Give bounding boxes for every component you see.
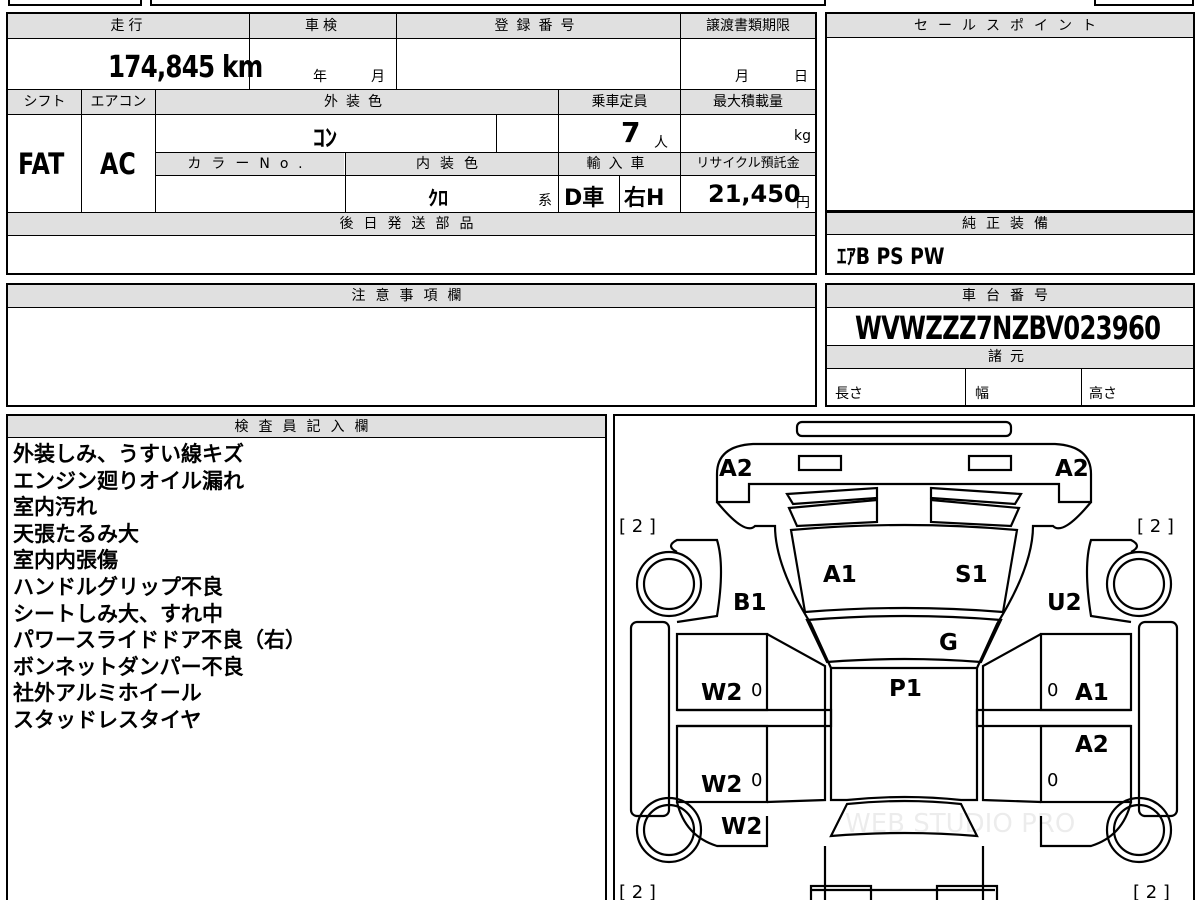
remark-line: パワースライドドア不良（右） <box>13 628 306 653</box>
vehicle-info-table: 走行 車検 登録番号 譲渡書類期限 174,845 km 年 月 月 日 シフト… <box>6 12 817 275</box>
transfer-deadline-header: 譲渡書類期限 <box>681 14 815 38</box>
max-load-unit: kg <box>794 128 811 144</box>
inspector-box: 検査員記入欄 外装しみ、うすい線キズ エンジン廻りオイル漏れ 室内汚れ 天張たる… <box>6 414 607 900</box>
door-mark: 0 <box>751 680 762 701</box>
label-right-rear-door: A2 <box>1075 732 1109 758</box>
label-left-front-door: W2 <box>701 680 742 706</box>
max-load-header: 最大積載量 <box>681 90 815 114</box>
sales-point-box: セールスポイント <box>825 12 1195 212</box>
aircon-header: エアコン <box>82 90 155 114</box>
label-right-front-door: A1 <box>1075 680 1109 706</box>
inspection-header: 車検 <box>250 14 396 38</box>
label-hood-left: A1 <box>823 562 857 588</box>
factory-equipment-value: ｴｱB PS PW <box>837 245 945 270</box>
chassis-header: 車台番号 <box>827 285 1193 308</box>
transfer-month: 月 <box>735 69 749 85</box>
door-mark: 0 <box>1047 770 1058 791</box>
specs-header: 諸元 <box>827 346 1193 368</box>
recycle-header: リサイクル預託金 <box>681 153 815 175</box>
remark-line: 天張たるみ大 <box>13 521 139 546</box>
height-label: 高さ <box>1089 386 1117 402</box>
capacity-header: 乗車定員 <box>559 90 680 114</box>
label-left-fender: B1 <box>733 590 767 616</box>
label-right-fender: U2 <box>1047 590 1082 616</box>
remark-line: 室内内張傷 <box>13 548 118 573</box>
chassis-box: 車台番号 WVWZZZ7NZBV023960 諸元 長さ 幅 高さ <box>825 283 1195 407</box>
shift-value: FAT <box>18 147 65 181</box>
remark-line: 社外アルミホイール <box>13 681 202 706</box>
import-header: 輸入車 <box>559 153 680 175</box>
width-label: 幅 <box>975 386 989 402</box>
label-front-right-corner: A2 <box>1055 456 1089 482</box>
interior-color-suffix: 系 <box>538 193 552 209</box>
remark-line: エンジン廻りオイル漏れ <box>13 468 244 493</box>
inspector-header: 検査員記入欄 <box>8 416 605 438</box>
mileage-value: 174,845 km <box>108 50 263 85</box>
door-mark: 0 <box>1047 680 1058 701</box>
remark-line: スタッドレスタイヤ <box>13 707 202 732</box>
watermark: WEB STUDIO PRO <box>845 809 1075 839</box>
inspection-year: 年 <box>313 69 327 85</box>
inspector-remarks: 外装しみ、うすい線キズ エンジン廻りオイル漏れ 室内汚れ 天張たるみ大 室内内張… <box>13 441 306 734</box>
exterior-color-value: ｺﾝ <box>313 124 337 152</box>
registration-header: 登録番号 <box>397 14 680 38</box>
shift-header: シフト <box>8 90 81 114</box>
notes-box: 注意事項欄 <box>6 283 817 407</box>
label-rear-left-tire: [ 2 ] <box>619 882 656 900</box>
mileage-header: 走行 <box>8 14 249 38</box>
remark-line: 室内汚れ <box>13 495 97 520</box>
factory-equipment-box: 純正装備 ｴｱB PS PW <box>825 212 1195 275</box>
label-hood-right: S1 <box>955 562 988 588</box>
label-front-left-tire: [ 2 ] <box>619 516 656 537</box>
capacity-value: 7 <box>621 116 641 149</box>
interior-color-value: ｸﾛ <box>428 186 448 210</box>
label-roof: P1 <box>889 676 922 702</box>
car-diagram: A2 A2 A1 S1 B1 U2 G P1 W2 W2 W2 A1 A2 [ … <box>619 420 1179 900</box>
transfer-day: 日 <box>794 69 808 85</box>
factory-equipment-header: 純正装備 <box>827 212 1193 235</box>
door-mark: 0 <box>751 770 762 791</box>
later-parts-header: 後日発送部品 <box>8 213 815 235</box>
label-front-left-corner: A2 <box>719 456 753 482</box>
label-windshield: G <box>939 630 958 656</box>
remark-line: ボンネットダンパー不良 <box>13 654 244 679</box>
label-left-rear-door: W2 <box>701 772 742 798</box>
remark-line: 外装しみ、うすい線キズ <box>13 442 244 466</box>
import-type: D車 <box>564 186 605 211</box>
remark-line: シートしみ大、すれ中 <box>13 601 223 626</box>
steering-side: 右H <box>624 186 665 211</box>
inspection-month: 月 <box>371 69 385 85</box>
color-no-header: カラーNo. <box>156 153 344 175</box>
interior-color-header: 内装色 <box>346 153 558 175</box>
label-left-rear-quarter: W2 <box>721 814 762 840</box>
sales-point-header: セールスポイント <box>827 14 1193 38</box>
recycle-value: 21,450 <box>708 180 801 208</box>
remark-line: ハンドルグリップ不良 <box>13 574 223 599</box>
recycle-unit: 円 <box>796 195 810 211</box>
damage-diagram-box: A2 A2 A1 S1 B1 U2 G P1 W2 W2 W2 A1 A2 [ … <box>613 414 1195 900</box>
length-label: 長さ <box>835 386 863 402</box>
capacity-unit: 人 <box>654 135 668 151</box>
notes-header: 注意事項欄 <box>8 285 815 308</box>
exterior-color-header: 外装色 <box>156 90 558 114</box>
aircon-value: AC <box>100 147 136 181</box>
chassis-number: WVWZZZ7NZBV023960 <box>855 309 1161 347</box>
label-front-right-tire: [ 2 ] <box>1137 516 1174 537</box>
top-strip <box>0 0 1200 8</box>
label-rear-right-tire: [ 2 ] <box>1133 882 1170 900</box>
